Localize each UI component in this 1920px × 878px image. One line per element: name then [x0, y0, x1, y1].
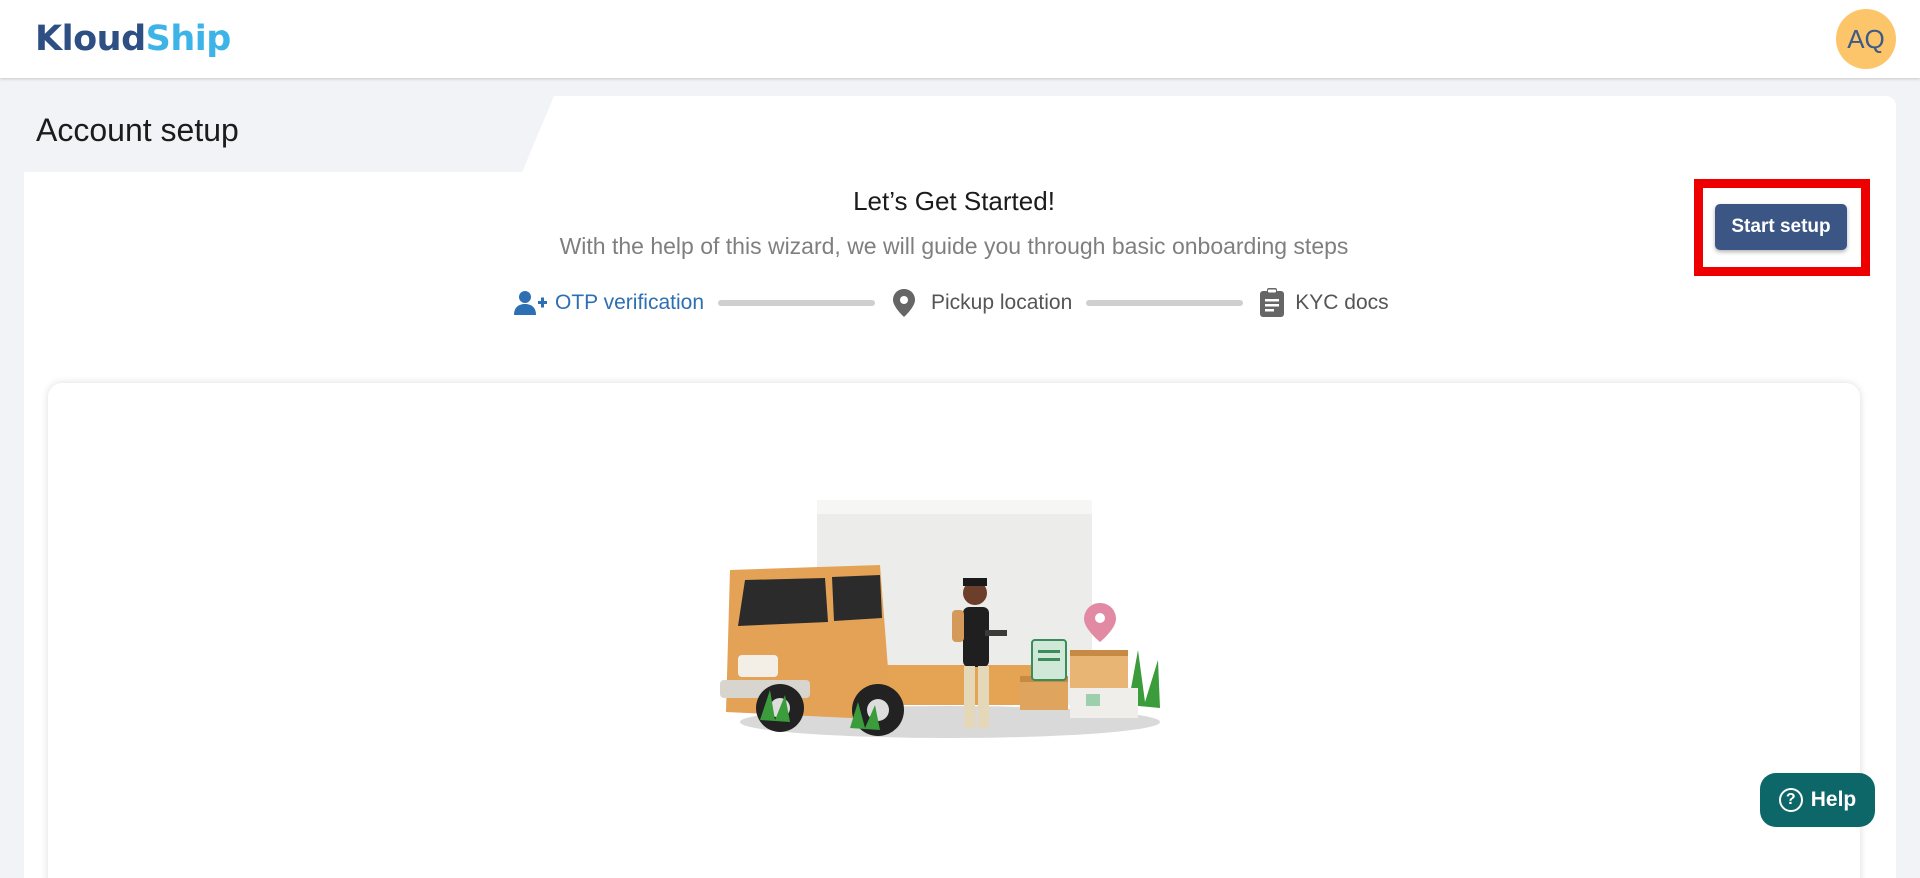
clipboard-icon	[1260, 288, 1285, 317]
step-label: Pickup location	[931, 291, 1073, 314]
onboarding-stepper: OTP verification Pickup location KYC doc…	[513, 286, 1389, 320]
step-label: KYC docs	[1295, 291, 1389, 314]
help-button[interactable]: ? Help	[1760, 773, 1875, 827]
logo-text-ship: Ship	[145, 19, 232, 59]
step-pickup-location[interactable]: Pickup location	[891, 288, 1072, 318]
user-avatar[interactable]: AQ	[1836, 9, 1896, 69]
step-label: OTP verification	[555, 291, 704, 314]
start-setup-button[interactable]: Start setup	[1715, 204, 1847, 250]
map-pin-icon	[893, 289, 915, 317]
logo-text-kloud: Kloud	[35, 19, 146, 59]
page-title-tab: Account setup	[24, 96, 544, 172]
wizard-subheading: With the help of this wizard, we will gu…	[559, 233, 1349, 259]
question-circle-icon: ?	[1778, 788, 1803, 812]
add-user-icon	[514, 291, 547, 315]
page-title: Account setup	[36, 112, 239, 148]
step-connector	[718, 300, 875, 306]
delivery-truck-illustration	[720, 500, 1160, 738]
wizard-heading: Let’s Get Started!	[853, 186, 1055, 216]
box-white	[1070, 688, 1138, 718]
step-connector	[1086, 300, 1244, 306]
step-kyc-docs[interactable]: KYC docs	[1259, 288, 1389, 318]
top-bar: KloudShip AQ	[0, 0, 1920, 78]
kloudship-logo[interactable]: KloudShip	[35, 18, 231, 60]
help-label: Help	[1810, 788, 1857, 811]
step-otp-verification[interactable]: OTP verification	[513, 290, 704, 316]
